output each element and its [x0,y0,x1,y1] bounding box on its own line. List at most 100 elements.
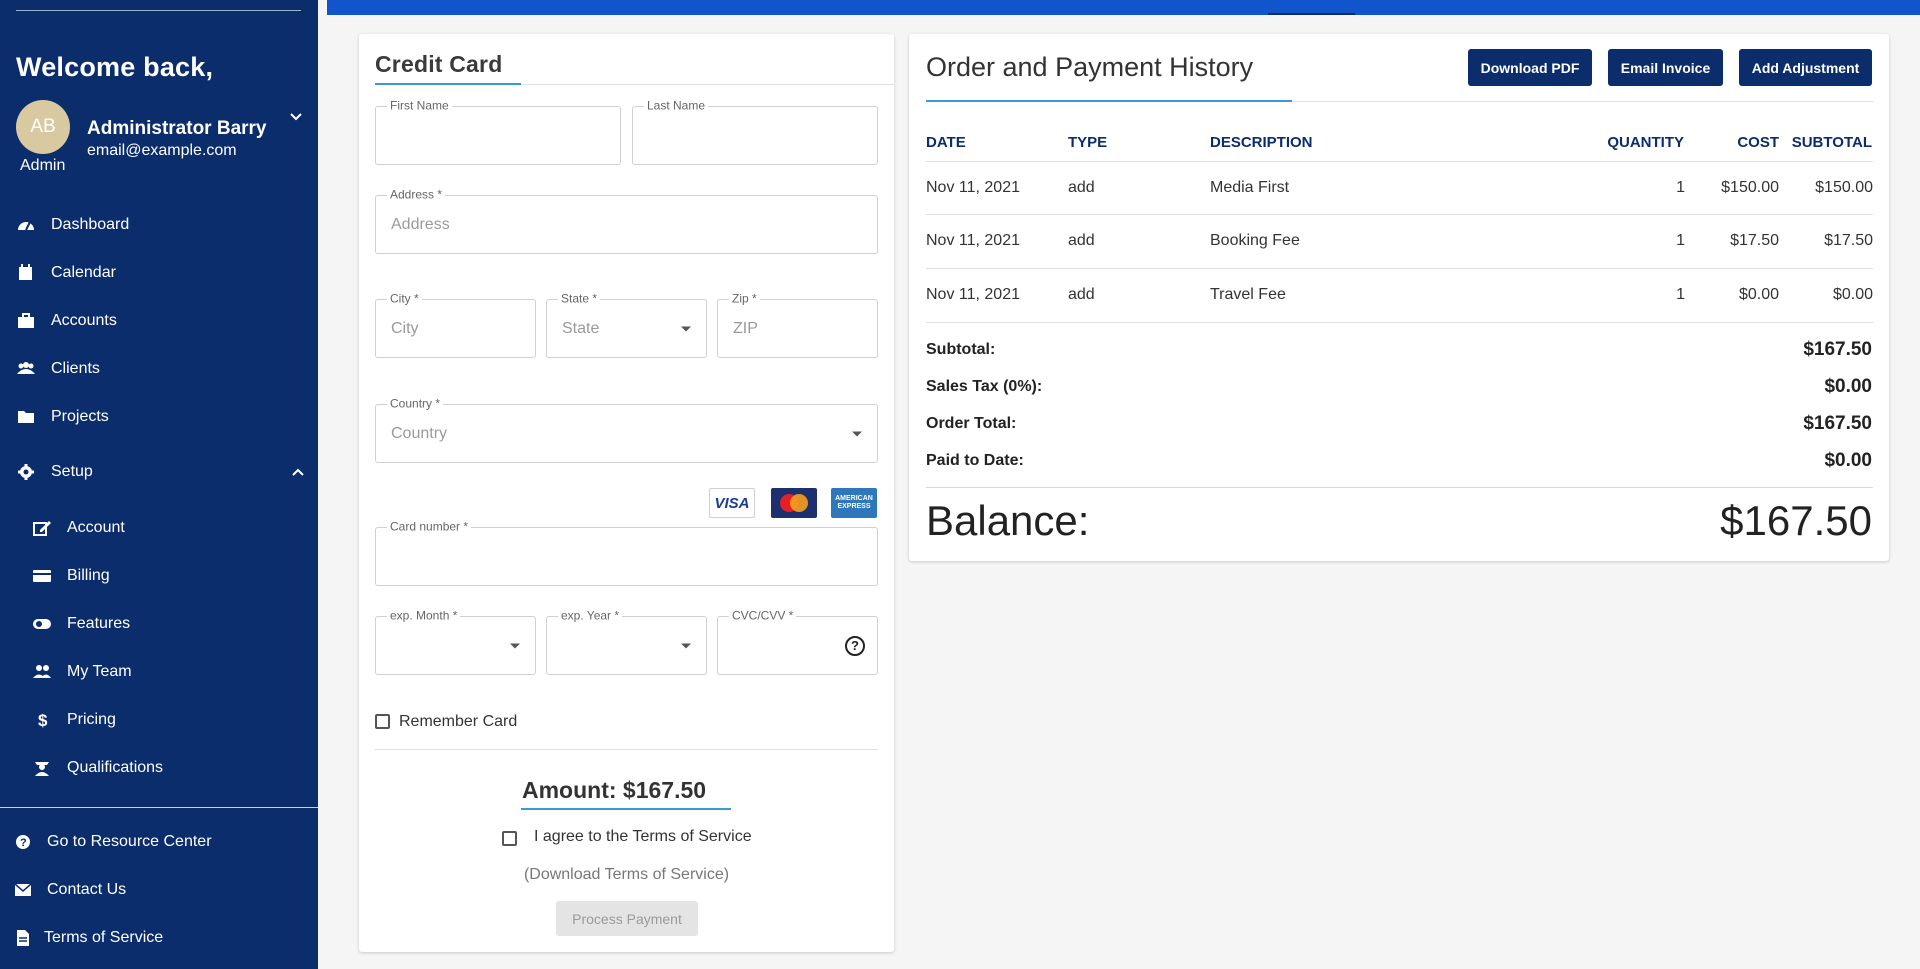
column-header-cost: COST [1737,134,1779,151]
remember-card-checkbox[interactable] [375,714,390,729]
sidebar-divider [16,10,301,11]
last-name-field[interactable]: Last Name [632,98,878,165]
country-label: Country * [387,396,444,411]
row-type: add [1068,232,1095,249]
row-description: Travel Fee [1210,286,1286,303]
download-terms-link[interactable]: (Download Terms of Service) [359,866,894,884]
city-field[interactable]: City * City [375,291,536,358]
row-type: add [1068,286,1095,303]
sidebar-item-projects[interactable]: Projects [0,395,318,439]
sidebar-item-billing[interactable]: Billing [0,554,318,598]
credit-card-icon [33,570,51,582]
row-description: Media First [1210,179,1290,196]
form-divider [375,749,878,750]
caret-down-icon [510,643,520,648]
row-type: add [1068,179,1095,196]
sidebar-item-label: Setup [51,463,93,480]
first-name-field[interactable]: First Name [375,98,621,165]
graduate-icon [35,762,49,776]
agree-terms-label: I agree to the Terms of Service [534,828,752,845]
folder-icon [18,411,34,423]
sidebar-item-my-team[interactable]: My Team [0,650,318,694]
help-icon[interactable]: ? [845,635,865,656]
sidebar-item-clients[interactable]: Clients [0,347,318,391]
sidebar-item-setup[interactable]: Setup [0,450,318,494]
country-select[interactable]: Country * Country [375,396,878,463]
state-placeholder: State [562,319,600,337]
balance-value: $167.50 [1720,497,1872,544]
sidebar-item-terms-of-service[interactable]: Terms of Service [0,916,318,960]
visa-logo-icon: VISA [709,488,755,518]
add-adjustment-button[interactable]: Add Adjustment [1739,49,1872,86]
sidebar-item-pricing[interactable]: $ Pricing [0,698,318,742]
sidebar-item-features[interactable]: Features [0,602,318,646]
sales-tax-label: Sales Tax (0%): [926,378,1043,395]
exp-month-select[interactable]: exp. Month * [375,608,536,675]
user-email: email@example.com [87,142,237,159]
table-row: Nov 11, 2021 add Travel Fee 1 $0.00 $0.0… [926,269,1873,323]
sidebar-item-label: Go to Resource Center [47,833,212,850]
zip-placeholder: ZIP [733,319,758,337]
row-cost: $17.50 [1730,232,1779,249]
active-tab-indicator [1268,13,1355,15]
sidebar-item-label: Features [67,615,131,632]
sidebar-item-label: Calendar [51,264,116,281]
caret-down-icon [681,326,691,331]
city-label: City * [387,291,422,306]
card-number-label: Card number * [387,519,472,534]
state-select[interactable]: State * State [546,291,707,358]
row-subtotal: $0.00 [1832,286,1873,303]
sidebar-item-dashboard[interactable]: Dashboard [0,203,318,247]
row-cost: $150.00 [1721,179,1779,196]
team-icon [33,665,51,678]
sidebar-item-calendar[interactable]: Calendar [0,251,318,295]
balance-label: Balance: [926,497,1090,544]
address-field[interactable]: Address * Address [375,187,878,254]
zip-field[interactable]: Zip * ZIP [717,291,878,358]
row-description: Booking Fee [1210,232,1300,249]
svg-text:?: ? [20,837,27,849]
table-row: Nov 11, 2021 add Media First 1 $150.00 $… [926,161,1873,215]
document-icon [17,930,29,946]
avatar[interactable]: AB [16,100,70,154]
sales-tax-value: $0.00 [1824,376,1872,397]
process-payment-button[interactable]: Process Payment [556,901,698,936]
table-row: Nov 11, 2021 add Booking Fee 1 $17.50 $1… [926,215,1873,269]
sidebar-item-accounts[interactable]: Accounts [0,299,318,343]
sidebar-item-resource-center[interactable]: ? Go to Resource Center [0,820,318,864]
amex-logo-icon: AMERICAN EXPRESS [831,488,877,518]
first-name-label: First Name [387,98,452,113]
caret-down-icon [681,643,691,648]
sidebar-item-label: Pricing [67,711,116,728]
sidebar-item-account[interactable]: Account [0,506,318,550]
chevron-down-icon[interactable] [289,110,303,124]
column-header-type: TYPE [1068,134,1108,151]
chevron-up-icon[interactable] [291,467,305,477]
email-invoice-button[interactable]: Email Invoice [1608,49,1723,86]
order-total-label: Order Total: [926,415,1017,432]
gear-icon [18,464,34,480]
sidebar-item-contact-us[interactable]: Contact Us [0,868,318,912]
cvc-field[interactable]: CVC/CVV * ? [717,608,878,675]
people-icon [17,362,35,374]
address-label: Address * [387,187,446,202]
download-pdf-button[interactable]: Download PDF [1468,49,1592,86]
mail-icon [14,883,32,896]
row-quantity: 1 [1676,179,1685,196]
sidebar-item-label: Account [67,519,125,536]
briefcase-icon [18,313,34,328]
exp-year-select[interactable]: exp. Year * [546,608,707,675]
welcome-heading: Welcome back, [16,52,214,82]
title-underline [375,83,521,85]
subtotal-label: Subtotal: [926,341,996,358]
card-number-field[interactable]: Card number * [375,519,878,586]
paid-to-date-value: $0.00 [1824,450,1872,471]
agree-terms-checkbox[interactable] [502,831,517,846]
exp-month-label: exp. Month * [387,608,461,623]
zip-label: Zip * [729,291,760,306]
row-cost: $0.00 [1738,286,1779,303]
sidebar-item-qualifications[interactable]: Qualifications [0,746,318,790]
address-placeholder: Address [391,215,450,233]
amount-underline [521,808,731,810]
row-date: Nov 11, 2021 [926,232,1020,249]
